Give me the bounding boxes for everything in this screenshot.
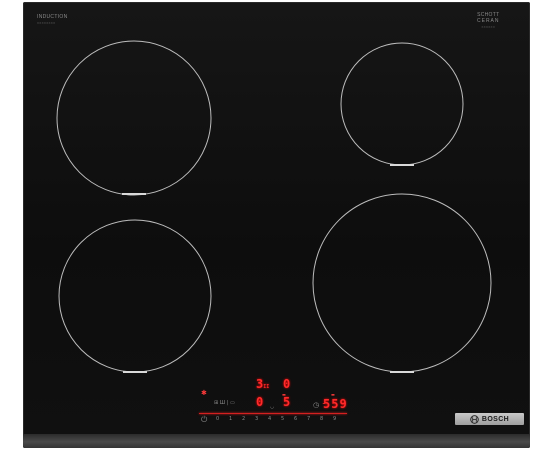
zone-bottom-left[interactable]: [58, 219, 212, 373]
quick-start-icons[interactable]: ⊞ Ш | ▭: [214, 401, 235, 406]
scale-0[interactable]: 0: [216, 416, 219, 422]
scale-1[interactable]: 1: [229, 416, 232, 422]
scale-8[interactable]: 8: [320, 416, 323, 422]
cooking-zones: [56, 40, 492, 373]
bosch-logo-plate: BOSCH: [455, 413, 524, 425]
scale-4[interactable]: 4: [268, 416, 271, 422]
scale-6[interactable]: 6: [294, 416, 297, 422]
timer-label-icon: ▬: [331, 392, 335, 397]
bosch-armature-icon: [470, 414, 479, 424]
scale-7[interactable]: 7: [307, 416, 310, 422]
power-slider[interactable]: [199, 413, 347, 414]
zone-front-left-top[interactable]: [56, 40, 212, 196]
zone-display-front-left[interactable]: 0: [256, 396, 263, 408]
zone-display-front-right[interactable]: 5: [283, 396, 290, 408]
zone-display-rear-left-sub: II: [263, 384, 270, 390]
power-scale[interactable]: 0 1 2 3 4 5 6 7 8 9: [198, 416, 348, 424]
scale-5[interactable]: 5: [281, 416, 284, 422]
bosch-logo-text: BOSCH: [481, 415, 510, 423]
zone-display-rear-right[interactable]: 0: [283, 378, 290, 390]
scale-9[interactable]: 9: [333, 416, 336, 422]
scale-2[interactable]: 2: [242, 416, 245, 422]
zone-rear-right[interactable]: [340, 42, 464, 166]
timer-clock-icon[interactable]: ◷: [313, 402, 319, 409]
zone-bottom-right[interactable]: [312, 193, 492, 373]
timer-small-icon: ◡: [270, 404, 275, 410]
scale-3[interactable]: 3: [255, 416, 258, 422]
lock-indicator-icon[interactable]: ✱: [201, 390, 207, 397]
bar-indicator-icon: ▬: [282, 392, 286, 397]
zone-display-rear-left[interactable]: 3II: [256, 378, 269, 390]
timer-display[interactable]: 559: [323, 398, 348, 410]
